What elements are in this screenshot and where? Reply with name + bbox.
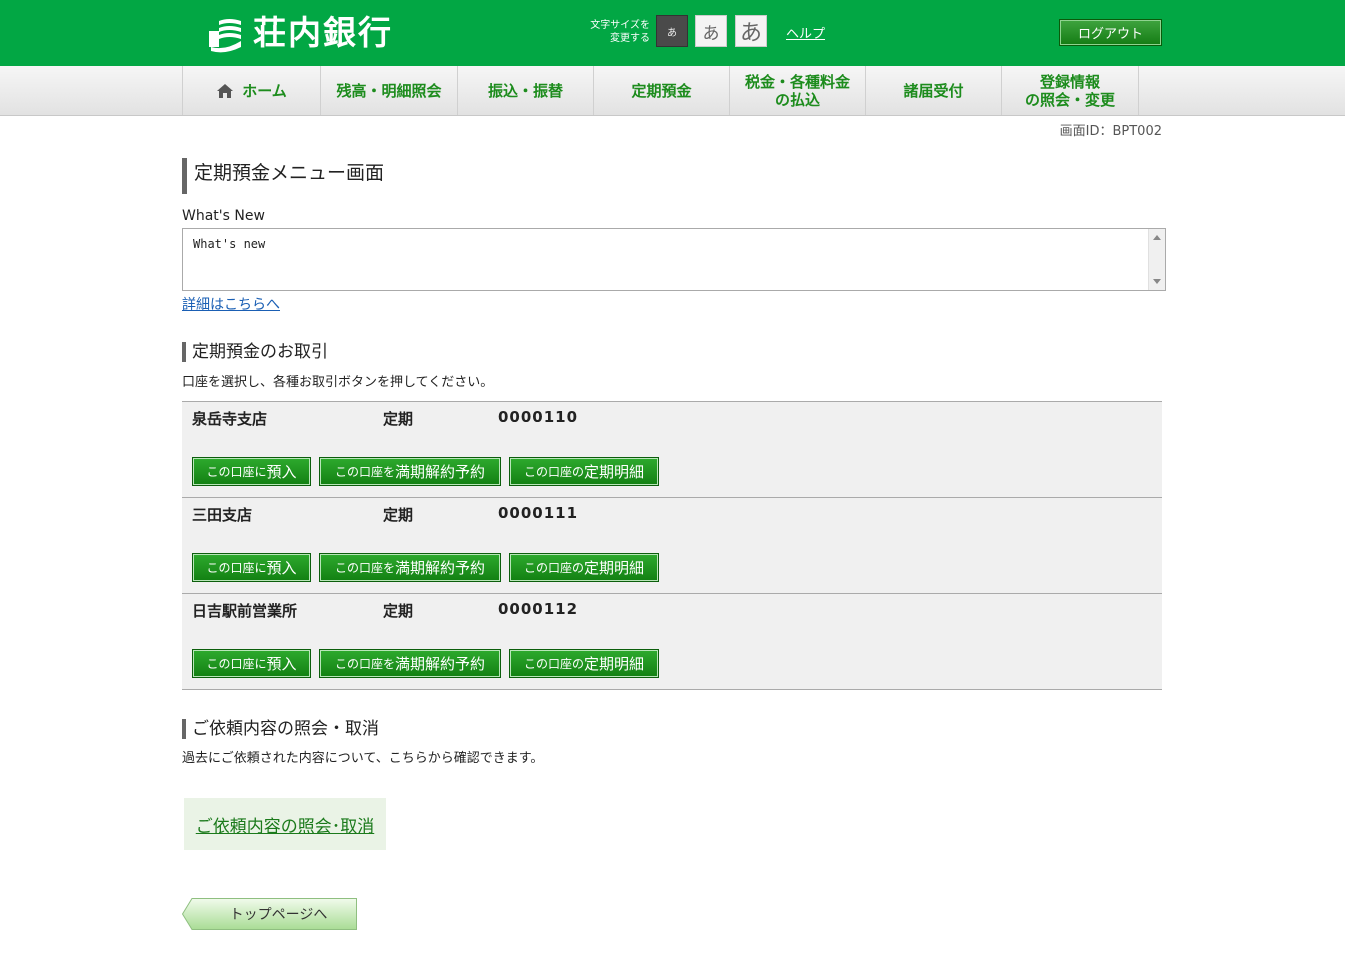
font-size-large-button[interactable]: あ bbox=[735, 15, 767, 47]
account-number: 0000110 bbox=[498, 408, 579, 426]
deposit-button-main: 預入 bbox=[266, 559, 297, 577]
account-type: 定期 bbox=[383, 410, 414, 428]
request-section-description: 過去にご依頼された内容について、こちらから確認できます。 bbox=[182, 751, 544, 766]
cancel-button-prefix: この口座を bbox=[334, 657, 395, 671]
maturity-cancel-button[interactable]: この口座を 満期解約予約 bbox=[319, 649, 501, 678]
nav-item-time-deposit[interactable]: 定期預金 bbox=[593, 66, 729, 115]
account-number: 0000111 bbox=[498, 504, 579, 522]
bank-logo[interactable]: 荘内銀行 bbox=[205, 13, 393, 53]
account-number: 0000112 bbox=[498, 600, 579, 618]
whats-new-label: What's New bbox=[182, 208, 265, 224]
deposit-detail-button[interactable]: この口座の 定期明細 bbox=[509, 553, 659, 582]
scroll-up-icon[interactable] bbox=[1153, 235, 1161, 240]
detail-button-main: 定期明細 bbox=[584, 463, 645, 481]
account-row: 三田支店 定期 0000111 この口座に 預入 この口座を 満期解約予約 この口座… bbox=[182, 498, 1162, 594]
detail-button-prefix: この口座の bbox=[523, 561, 584, 575]
main-nav: ホーム 残高・明細照会 振込・振替 定期預金 税金・各種料金 の払込 諸届受付 … bbox=[0, 66, 1345, 116]
detail-button-prefix: この口座の bbox=[523, 657, 584, 671]
account-branch: 日吉駅前営業所 bbox=[192, 602, 298, 620]
account-row: 日吉駅前営業所 定期 0000112 この口座に 預入 この口座を 満期解約予約 こ… bbox=[182, 594, 1162, 690]
help-link[interactable]: ヘルプ bbox=[786, 23, 825, 42]
deposit-button-prefix: この口座に bbox=[206, 657, 267, 671]
deposit-detail-button[interactable]: この口座の 定期明細 bbox=[509, 457, 659, 486]
nav-item-balance[interactable]: 残高・明細照会 bbox=[320, 66, 457, 115]
bank-logo-icon bbox=[205, 13, 245, 53]
font-size-small-button[interactable]: あ bbox=[656, 15, 688, 47]
deposit-section-title: 定期預金のお取引 bbox=[182, 342, 328, 362]
whats-new-textarea[interactable]: What's new bbox=[182, 228, 1166, 291]
maturity-cancel-button[interactable]: この口座を 満期解約予約 bbox=[319, 457, 501, 486]
account-type: 定期 bbox=[383, 602, 414, 620]
top-page-button-label: トップページへ bbox=[229, 907, 328, 923]
screen-id: 画面ID：BPT002 bbox=[1059, 124, 1162, 139]
bank-name: 荘内銀行 bbox=[253, 13, 393, 52]
cancel-button-prefix: この口座を bbox=[334, 465, 395, 479]
top-page-button[interactable]: トップページへ bbox=[182, 898, 357, 930]
detail-button-main: 定期明細 bbox=[584, 559, 645, 577]
deposit-button[interactable]: この口座に 預入 bbox=[192, 553, 311, 582]
nav-label-notifications: 諸届受付 bbox=[903, 81, 964, 100]
deposit-button-prefix: この口座に bbox=[206, 561, 267, 575]
nav-label-payments: 税金・各種料金 の払込 bbox=[744, 72, 850, 109]
cancel-button-prefix: この口座を bbox=[334, 561, 395, 575]
cancel-button-main: 満期解約予約 bbox=[395, 655, 486, 673]
page-title: 定期預金メニュー画面 bbox=[182, 158, 384, 194]
cancel-button-main: 満期解約予約 bbox=[395, 463, 486, 481]
nav-label-time-deposit: 定期預金 bbox=[631, 81, 692, 100]
cancel-button-main: 満期解約予約 bbox=[395, 559, 486, 577]
logout-button[interactable]: ログアウト bbox=[1059, 19, 1162, 46]
nav-label-balance: 残高・明細照会 bbox=[336, 81, 442, 100]
deposit-section-description: 口座を選択し、各種お取引ボタンを押してください。 bbox=[182, 375, 494, 390]
nav-item-home[interactable]: ホーム bbox=[182, 66, 320, 115]
home-icon bbox=[216, 83, 234, 99]
detail-button-main: 定期明細 bbox=[584, 655, 645, 673]
details-link[interactable]: 詳細はこちらへ bbox=[182, 294, 280, 314]
nav-item-registration[interactable]: 登録情報 の照会・変更 bbox=[1001, 66, 1139, 115]
font-size-medium-button[interactable]: あ bbox=[695, 15, 727, 47]
nav-label-transfer: 振込・振替 bbox=[487, 81, 563, 100]
account-branch: 泉岳寺支店 bbox=[192, 410, 268, 428]
header: 荘内銀行 文字サイズを 変更する あ あ あ ヘルプ ログアウト bbox=[0, 0, 1345, 66]
deposit-button[interactable]: この口座に 預入 bbox=[192, 649, 311, 678]
whats-new-content: What's new bbox=[193, 237, 266, 251]
deposit-button[interactable]: この口座に 預入 bbox=[192, 457, 311, 486]
request-inquiry-box: ご依頼内容の照会･取消 bbox=[184, 798, 386, 850]
nav-item-payments[interactable]: 税金・各種料金 の払込 bbox=[729, 66, 865, 115]
request-section-title: ご依頼内容の照会・取消 bbox=[182, 719, 379, 739]
nav-item-transfer[interactable]: 振込・振替 bbox=[457, 66, 593, 115]
account-row: 泉岳寺支店 定期 0000110 この口座に 預入 この口座を 満期解約予約 この口… bbox=[182, 402, 1162, 498]
scroll-down-icon[interactable] bbox=[1153, 279, 1161, 284]
deposit-button-prefix: この口座に bbox=[206, 465, 267, 479]
deposit-detail-button[interactable]: この口座の 定期明細 bbox=[509, 649, 659, 678]
nav-label-home: ホーム bbox=[242, 81, 287, 100]
request-inquiry-link[interactable]: ご依頼内容の照会･取消 bbox=[196, 812, 375, 837]
account-branch: 三田支店 bbox=[192, 506, 253, 524]
whats-new-scrollbar[interactable] bbox=[1148, 229, 1165, 290]
font-size-label: 文字サイズを 変更する bbox=[590, 20, 650, 44]
detail-button-prefix: この口座の bbox=[523, 465, 584, 479]
nav-label-registration: 登録情報 の照会・変更 bbox=[1024, 72, 1115, 109]
maturity-cancel-button[interactable]: この口座を 満期解約予約 bbox=[319, 553, 501, 582]
account-type: 定期 bbox=[383, 506, 414, 524]
deposit-button-main: 預入 bbox=[266, 463, 297, 481]
nav-item-notifications[interactable]: 諸届受付 bbox=[865, 66, 1001, 115]
deposit-button-main: 預入 bbox=[266, 655, 297, 673]
account-table: 泉岳寺支店 定期 0000110 この口座に 預入 この口座を 満期解約予約 この口… bbox=[182, 401, 1162, 690]
